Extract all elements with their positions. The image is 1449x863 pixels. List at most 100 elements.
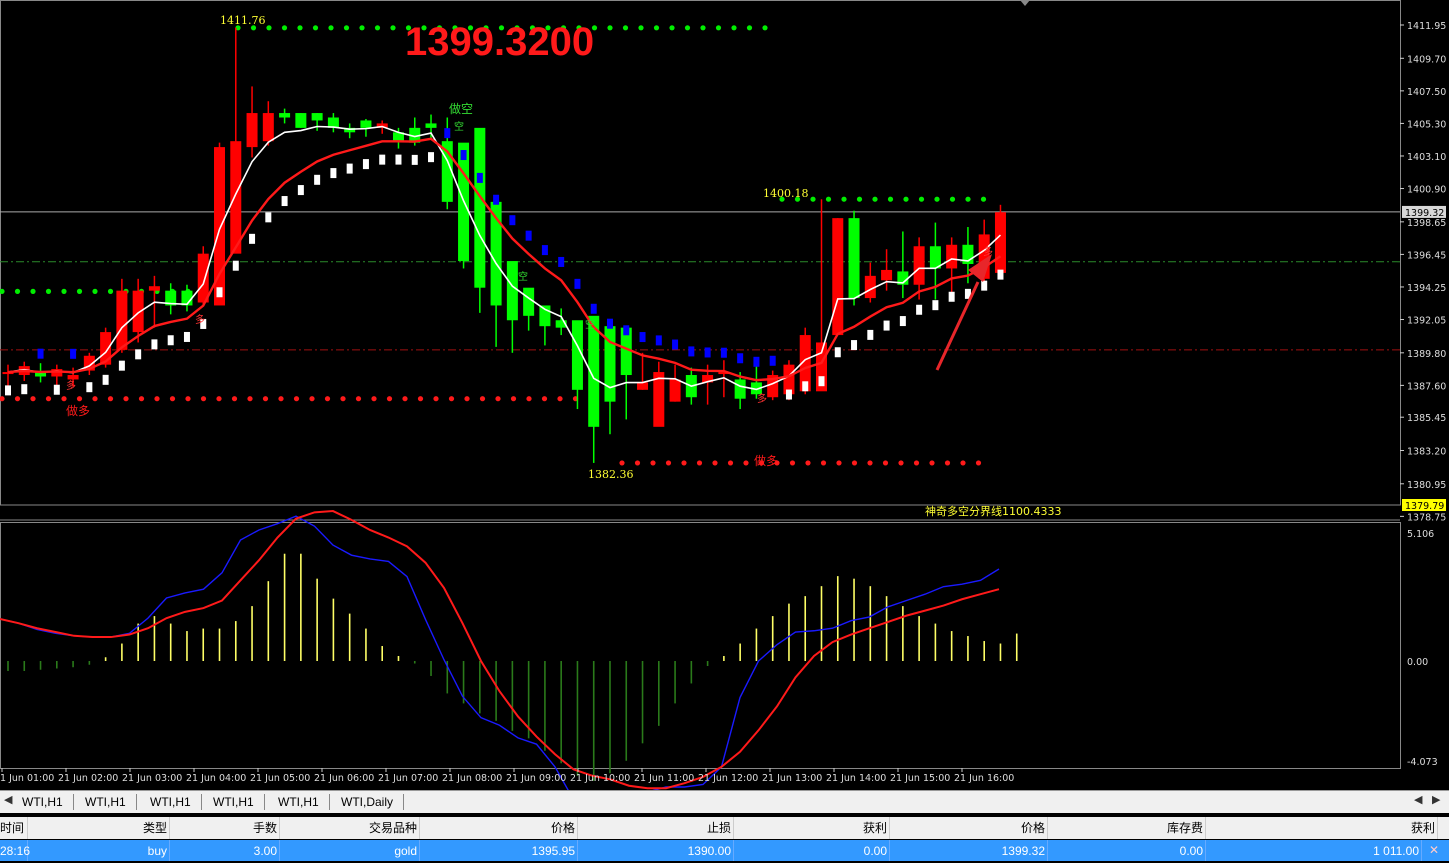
support-dot — [14, 396, 21, 402]
col-lots[interactable]: 手数 — [170, 817, 280, 839]
support-dot — [262, 396, 269, 402]
support-dot — [975, 460, 982, 466]
bear-band-bar — [525, 230, 532, 241]
support-dot — [200, 396, 207, 402]
bear-band-bar — [753, 356, 760, 367]
bull-band-bar — [834, 347, 841, 358]
support-dot — [634, 460, 641, 466]
support-dot — [324, 396, 331, 402]
bear-band-bar — [606, 318, 613, 329]
support-dot — [216, 396, 222, 402]
candle-body — [653, 372, 665, 427]
candle-body — [506, 261, 518, 321]
tab-wti-h1-4[interactable]: WTI,H1 — [203, 794, 265, 810]
candle-body — [994, 212, 1006, 273]
duo-mark: 多 — [757, 392, 767, 405]
tabs-scroll-left-icon[interactable]: ◀ — [1414, 793, 1422, 806]
bear-band-bar — [737, 353, 744, 364]
col-symbol[interactable]: 交易品种 — [280, 817, 420, 839]
candles — [2, 27, 1006, 463]
col-take-profit[interactable]: 获利 — [734, 817, 890, 839]
resistance-dot — [76, 288, 83, 294]
tab-wti-daily[interactable]: WTI,Daily — [331, 794, 404, 810]
bear-band-bar — [509, 215, 516, 226]
trade-table-header: 时间 类型 手数 交易品种 价格 止损 获利 价格 库存费 获利 — [0, 817, 1449, 839]
tab-wti-h1-1[interactable]: WTI,H1 — [12, 794, 74, 810]
price-tick-label: 1411.95 — [1407, 21, 1446, 32]
resistance-dot — [715, 25, 722, 31]
price-panel-frame — [0, 0, 1401, 506]
tab-wti-h1-3[interactable]: WTI,H1 — [140, 794, 202, 810]
resistance-dot — [14, 288, 21, 294]
price-tick-label: 1389.80 — [1407, 349, 1446, 360]
cell-take-profit: 0.00 — [734, 840, 890, 861]
resistance-dot — [638, 25, 644, 31]
candle-body — [523, 287, 535, 316]
bull-band-bar — [997, 269, 1004, 280]
col-time[interactable]: 时间 — [0, 817, 28, 839]
table-row[interactable]: 28:16 buy 3.00 gold 1395.95 1390.00 0.00… — [0, 840, 1449, 861]
support-dot — [836, 460, 842, 466]
col-type[interactable]: 类型 — [28, 817, 170, 839]
bull-band-bar — [818, 376, 825, 387]
support-dot — [867, 460, 873, 466]
col-profit[interactable]: 获利 — [1206, 817, 1438, 839]
arrow-shaft — [935, 281, 980, 371]
low-price-tag: 1379.79 — [1405, 501, 1444, 512]
cell-price: 1395.95 — [420, 840, 578, 861]
support-dot — [185, 396, 191, 402]
col-stop-loss[interactable]: 止损 — [578, 817, 734, 839]
col-price[interactable]: 价格 — [420, 817, 578, 839]
resistance-dot — [856, 196, 863, 202]
support-dot — [433, 396, 439, 402]
support-dot — [231, 396, 238, 402]
price-chart-area: 1411.95 1409.70 1407.50 1405.30 1403.10 1400.… — [0, 0, 1446, 790]
bear-band-bar — [655, 335, 662, 346]
col-swap[interactable]: 库存费 — [1048, 817, 1206, 839]
kong-mark: 空 — [518, 270, 528, 283]
bull-band-bar — [346, 163, 353, 174]
support-dot — [371, 396, 377, 402]
close-position-icon[interactable]: ✕ — [1429, 840, 1439, 861]
time-tick-label: 21 Jun 15:00 — [890, 773, 950, 784]
bull-band-bar — [281, 196, 288, 207]
macd-tick-label: 0.00 — [1407, 657, 1428, 668]
bear-band-bar — [493, 194, 500, 205]
support-dot — [247, 396, 253, 402]
high2-label: 1400.18 — [763, 187, 809, 200]
resistance-dot — [762, 25, 768, 31]
col-current-price[interactable]: 价格 — [890, 817, 1048, 839]
support-dot — [944, 460, 951, 466]
support-dot — [696, 460, 703, 466]
resistance-dot — [810, 196, 816, 202]
tabs-scroll-right-icon[interactable]: ▶ — [1432, 793, 1440, 806]
bull-band-bar — [249, 233, 256, 244]
resistance-dot — [887, 196, 894, 202]
resistance-dot — [949, 196, 956, 202]
buy-signal-label: 做多 — [66, 403, 90, 418]
support-dot — [929, 460, 935, 466]
chart-tabs: ◀ WTI,H1 WTI,H1 WTI,H1 WTI,H1 WTI,H1 WTI… — [0, 790, 1449, 813]
support-dot — [851, 460, 858, 466]
resistance-dot — [0, 288, 5, 294]
price-grid — [0, 211, 1400, 351]
support-dot — [92, 396, 98, 402]
axes-labels: 1411.95 1409.70 1407.50 1405.30 1403.10 1400.… — [0, 21, 1446, 784]
bull-band-bar — [151, 339, 158, 350]
support-dot — [386, 396, 393, 402]
price-tick-label: 1400.90 — [1407, 185, 1446, 196]
price-tick-label: 1398.65 — [1407, 218, 1446, 229]
resistance-dot — [281, 25, 288, 31]
tab-wti-h1-5[interactable]: WTI,H1 — [268, 794, 330, 810]
time-tick-label: 21 Jun 02:00 — [58, 773, 118, 784]
low-label: 1382.36 — [588, 468, 634, 481]
candle-body — [132, 290, 144, 333]
support-dot — [495, 396, 501, 402]
price-tick-label: 1405.30 — [1407, 119, 1446, 130]
resistance-dot — [965, 196, 971, 202]
bull-band-bar — [314, 174, 321, 185]
resistance-dot — [918, 196, 925, 202]
support-dot — [541, 396, 548, 402]
tab-wti-h1-2[interactable]: WTI,H1 — [75, 794, 137, 810]
candle-body — [669, 379, 681, 402]
